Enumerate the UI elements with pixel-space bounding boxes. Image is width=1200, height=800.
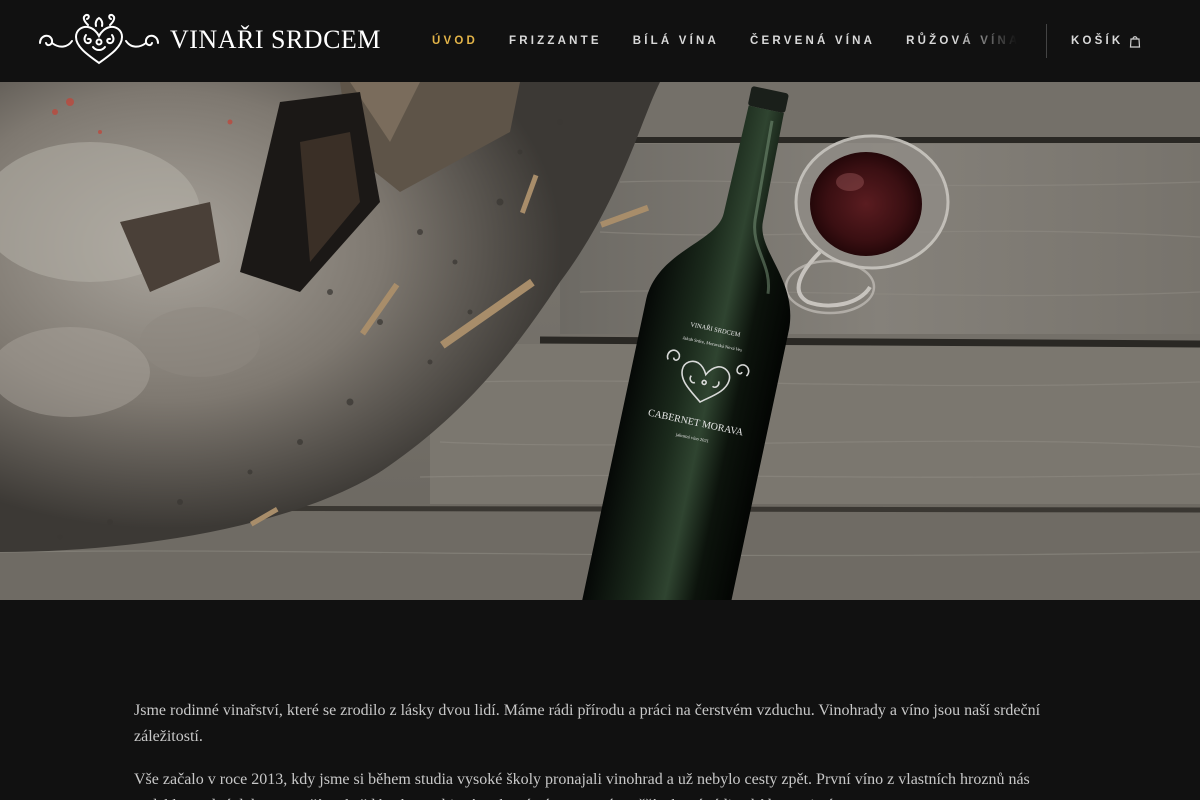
intro-paragraph: Jsme rodinné vinařství, které se zrodilo… [134, 702, 1041, 745]
nav-item-uvod[interactable]: ÚVOD [432, 35, 478, 47]
site-header: VINAŘI SRDCEM ÚVOD FRIZZANTE BÍLÁ VÍNA Č… [0, 0, 1200, 82]
nav-item-cervena-vina[interactable]: ČERVENÁ VÍNA [750, 35, 875, 47]
nav-item-ruzova-vina[interactable]: RŮŽOVÁ VÍNA [906, 35, 1020, 47]
main-nav: ÚVOD FRIZZANTE BÍLÁ VÍNA ČERVENÁ VÍNA RŮ… [432, 0, 1024, 82]
about-content: Jsme rodinné vinařství, které se zrodilo… [134, 698, 1064, 800]
brand[interactable]: VINAŘI SRDCEM [38, 12, 381, 68]
nav-divider [1046, 24, 1047, 58]
nav-item-bila-vina[interactable]: BÍLÁ VÍNA [633, 35, 719, 47]
wine-bottle-photo: VINAŘI SRDCEM Jakub Srdce, Moravská Nová… [0, 82, 1200, 600]
history-paragraph: Vše začalo v roce 2013, kdy jsme si běhe… [134, 771, 1030, 800]
brand-name: VINAŘI SRDCEM [170, 25, 381, 54]
cart-label: KOŠÍK [1071, 35, 1124, 47]
heart-swirl-logo-icon [39, 13, 159, 65]
shopping-bag-icon [1130, 36, 1141, 48]
nav-item-frizzante[interactable]: FRIZZANTE [509, 35, 602, 47]
cart-link[interactable]: KOŠÍK [1071, 0, 1141, 82]
hero-image: VINAŘI SRDCEM Jakub Srdce, Moravská Nová… [0, 82, 1200, 600]
